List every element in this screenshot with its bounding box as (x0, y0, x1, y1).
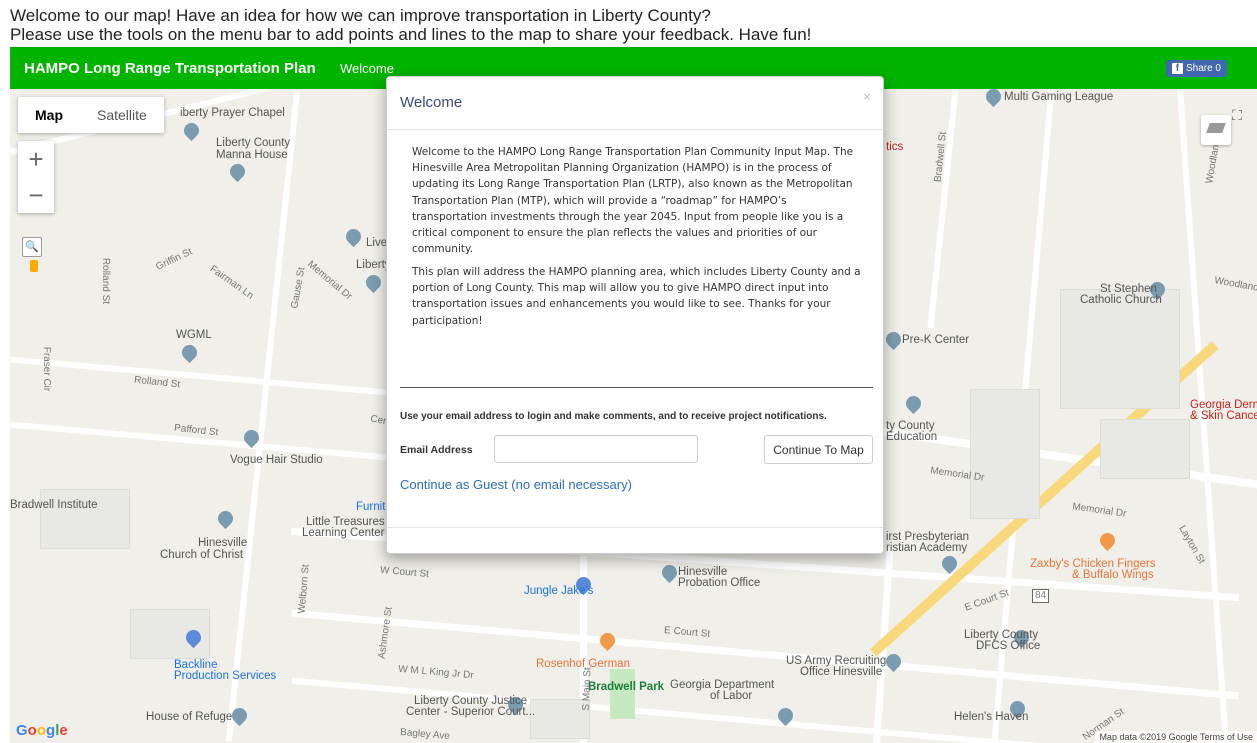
restaurant-pin[interactable] (1096, 529, 1119, 552)
zoom-control: + − (18, 141, 54, 213)
welcome-modal: Welcome × Welcome to the HAMPO Long Rang… (386, 76, 884, 554)
map-label: House of Refuge (146, 711, 233, 723)
modal-header: Welcome × (387, 77, 883, 130)
intro-line-2: Please use the tools on the menu bar to … (10, 25, 812, 44)
street-label: Gause St (289, 266, 308, 310)
map-label: Church of Christ (160, 549, 244, 561)
zoom-out-button[interactable]: − (18, 177, 54, 213)
place-pin[interactable] (362, 271, 385, 294)
email-field[interactable] (494, 435, 698, 463)
place-pin[interactable] (342, 225, 365, 248)
continue-as-guest-link[interactable]: Continue as Guest (no email necessary) (400, 477, 632, 492)
map-label: Furnit (356, 501, 386, 513)
map-label: Vogue Hair Studio (230, 454, 323, 466)
street-label: Memorial Dr (1071, 501, 1128, 520)
map-label: Jungle Jake's (524, 585, 594, 597)
place-pin[interactable] (226, 160, 249, 183)
intro-text: Welcome to our map! Have an idea for how… (10, 6, 811, 44)
facebook-icon: f (1171, 63, 1183, 74)
street-label: Memorial Dr (305, 258, 354, 303)
place-pin[interactable] (982, 89, 1005, 108)
map-label: Office Hinesville (800, 666, 883, 678)
search-icon[interactable]: 🔍 (22, 237, 42, 257)
map-label: Pre-K Center (902, 334, 970, 346)
google-logo: Google (16, 722, 68, 739)
modal-footer-divider (387, 527, 883, 528)
street-label: Fraser Cir (41, 346, 53, 392)
restaurant-pin[interactable] (596, 629, 619, 652)
map-attribution[interactable]: Map data ©2019 Google Terms of Use (1095, 731, 1257, 743)
route-shield: 84 (1032, 589, 1050, 603)
map-label: Hinesville (198, 537, 248, 549)
street-label: Woodland (1213, 275, 1257, 294)
layers-icon[interactable] (1201, 115, 1231, 145)
tab-map[interactable]: Map (18, 97, 80, 133)
street-label: Welborn St (296, 563, 312, 614)
place-pin[interactable] (882, 328, 905, 351)
map-label: Probation Office (678, 577, 761, 589)
map-label: & Skin Cance (1190, 410, 1257, 422)
login-note: Use your email address to login and make… (400, 411, 827, 422)
facebook-share-button[interactable]: f Share 0 (1165, 60, 1227, 77)
place-pin[interactable] (178, 341, 201, 364)
tab-satellite[interactable]: Satellite (80, 97, 164, 133)
map-label: Production Services (174, 670, 277, 682)
map-label: Helen's Haven (954, 711, 1029, 723)
place-pin[interactable] (902, 392, 925, 415)
zoom-in-button[interactable]: + (18, 141, 54, 177)
street-label: E Court St (663, 625, 711, 640)
map-label: Learning Center (302, 527, 385, 539)
map-label: Catholic Church (1080, 294, 1162, 306)
street-label: Bagley Ave (399, 726, 451, 743)
map-label: Bradwell Park (588, 681, 665, 693)
modal-paragraph-1: Welcome to the HAMPO Long Range Transpor… (412, 146, 854, 256)
street-label: W Court St (379, 564, 430, 581)
street-label: Rolland St (133, 374, 181, 391)
map-label: Center - Superior Court... (406, 706, 536, 718)
continue-to-map-button[interactable]: Continue To Map (764, 435, 873, 464)
map-label: & Buffalo Wings (1072, 569, 1154, 581)
map-label: iberty Prayer Chapel (180, 107, 285, 119)
place-pin[interactable] (658, 561, 681, 584)
map-label: DFCS Office (976, 640, 1041, 652)
street-label: Rolland St (100, 257, 112, 305)
map-label: tics (886, 141, 904, 153)
street-label: Fairman Ln (207, 263, 256, 302)
place-pin[interactable] (180, 119, 203, 142)
share-label: Share 0 (1185, 63, 1221, 74)
navbar-brand[interactable]: HAMPO Long Range Transportation Plan (24, 60, 316, 77)
map-label: of Labor (710, 690, 753, 702)
pegman-icon[interactable] (30, 260, 38, 272)
street-label: W M L King Jr Dr (397, 663, 475, 682)
map-label: ristian Academy (886, 542, 968, 554)
modal-paragraph-2: This plan will address the HAMPO plannin… (412, 266, 861, 327)
street-label: Griffin St (154, 246, 195, 273)
nav-welcome-link[interactable]: Welcome (340, 61, 394, 76)
close-icon[interactable]: × (863, 89, 871, 104)
street-label: S Main St (580, 667, 594, 711)
modal-divider (400, 387, 873, 388)
street-label: Ashmore St (376, 606, 395, 660)
map-label: Education (886, 431, 938, 443)
place-pin[interactable] (214, 507, 237, 530)
map-label: Multi Gaming League (1004, 91, 1114, 103)
map-label: Manna House (216, 149, 288, 161)
map-type-control: Map Satellite (18, 97, 164, 133)
map-label: Live (366, 237, 388, 249)
map-label: Liberty County (216, 137, 291, 149)
map-label: WGML (176, 329, 212, 341)
street-label: Layton St (1176, 523, 1207, 566)
modal-title: Welcome (400, 94, 463, 111)
map-label: Bradwell Institute (10, 499, 98, 511)
intro-line-1: Welcome to our map! Have an idea for how… (10, 6, 711, 25)
email-label: Email Address (400, 444, 473, 456)
